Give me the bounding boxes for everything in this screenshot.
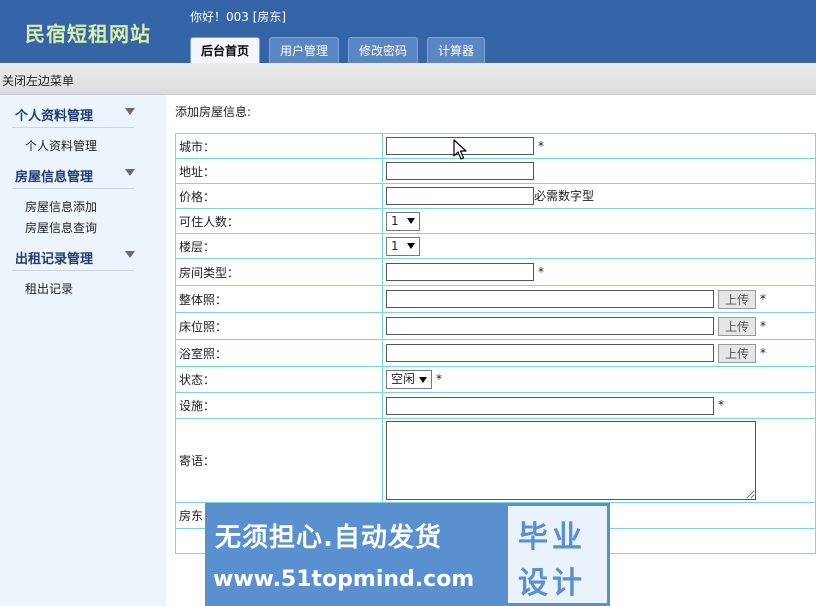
divider — [12, 127, 134, 128]
bath-photo-input[interactable] — [386, 344, 714, 362]
bed-photo-upload-button[interactable]: 上传 — [718, 316, 756, 336]
sidebar-item-house-add[interactable]: 房屋信息添加 — [25, 198, 97, 215]
divider — [12, 270, 134, 271]
menu-toolbar: 关闭左边菜单 — [0, 63, 816, 95]
watermark-badge-line1: 毕业 — [518, 520, 586, 555]
triangle-down-icon — [406, 243, 415, 249]
tab-home[interactable]: 后台首页 — [190, 37, 261, 63]
sidebar-group-label: 个人资料管理 — [15, 109, 94, 124]
facility-input[interactable] — [386, 396, 714, 415]
user-greeting: 你好！003 [房东] — [190, 10, 287, 24]
mouse-pointer-icon — [453, 139, 467, 160]
watermark-url: www.51topmind.com — [213, 567, 475, 592]
address-label: 地址： — [175, 158, 383, 184]
floor-value: 1 — [391, 238, 399, 253]
watermark-badge: 毕业 设计 — [505, 503, 610, 606]
capacity-label: 可住人数： — [175, 208, 383, 234]
bath-photo-label: 浴室照： — [175, 339, 383, 367]
capacity-select[interactable]: 1 — [386, 211, 420, 231]
floor-label: 楼层： — [175, 233, 383, 259]
price-hint: 必需数字型 — [534, 188, 595, 203]
triangle-down-icon — [125, 169, 135, 176]
house-info-form: 城市： * 地址： 价格： 必需数字型 可住人数： 1 楼层： 1 房间类型： … — [175, 133, 816, 554]
whole-photo-label: 整体照： — [175, 285, 383, 313]
city-label: 城市： — [175, 133, 383, 159]
sidebar: 个人资料管理 个人资料管理 房屋信息管理 房屋信息添加 房屋信息查询 出租记录管… — [0, 95, 166, 606]
required-mark: * — [760, 318, 766, 333]
price-input[interactable] — [386, 187, 534, 206]
tab-user-management[interactable]: 用户管理 — [269, 37, 340, 63]
triangle-down-icon — [419, 376, 428, 383]
triangle-down-icon — [125, 251, 135, 258]
watermark-badge-line2: 设计 — [518, 566, 586, 601]
sidebar-item-profile[interactable]: 个人资料管理 — [25, 137, 97, 154]
message-textarea[interactable] — [386, 421, 756, 500]
status-value: 空闲 — [391, 372, 416, 386]
required-mark: * — [718, 398, 724, 412]
room-type-input[interactable] — [386, 263, 534, 281]
bed-photo-input[interactable] — [386, 317, 714, 335]
sidebar-group-profile[interactable]: 个人资料管理 — [15, 105, 135, 124]
required-mark: * — [760, 291, 766, 306]
facility-label: 设施： — [175, 392, 383, 419]
required-mark: * — [760, 345, 766, 360]
close-left-menu-link[interactable]: 关闭左边菜单 — [2, 72, 74, 89]
capacity-value: 1 — [391, 213, 399, 228]
bath-photo-upload-button[interactable]: 上传 — [718, 343, 756, 363]
message-label: 寄语： — [175, 418, 383, 503]
sidebar-group-house[interactable]: 房屋信息管理 — [15, 166, 135, 185]
triangle-down-icon — [125, 108, 135, 115]
triangle-down-icon — [406, 218, 415, 224]
floor-select[interactable]: 1 — [386, 236, 420, 256]
whole-photo-upload-button[interactable]: 上传 — [718, 289, 756, 309]
divider — [12, 188, 134, 189]
sidebar-group-label: 出租记录管理 — [15, 252, 94, 267]
top-nav-tabs: 后台首页 用户管理 修改密码 计算器 — [190, 37, 486, 63]
header: 民宿短租网站 你好！003 [房东] 后台首页 用户管理 修改密码 计算器 — [0, 0, 816, 63]
site-title: 民宿短租网站 — [25, 22, 151, 46]
status-select[interactable]: 空闲 — [386, 370, 433, 389]
sidebar-item-rental-records[interactable]: 租出记录 — [25, 280, 73, 297]
required-mark: * — [538, 264, 544, 279]
price-label: 价格： — [175, 183, 383, 209]
required-mark: * — [436, 372, 443, 386]
room-type-label: 房间类型： — [175, 258, 383, 286]
bed-photo-label: 床位照： — [175, 312, 383, 340]
sidebar-group-label: 房屋信息管理 — [15, 170, 94, 185]
watermark-banner: 无须担心.自动发货 www.51topmind.com 毕业 设计 — [205, 503, 610, 606]
whole-photo-input[interactable] — [386, 290, 714, 308]
address-input[interactable] — [386, 162, 534, 180]
tab-calculator[interactable]: 计算器 — [427, 37, 486, 63]
required-mark: * — [538, 138, 544, 153]
sidebar-group-rental[interactable]: 出租记录管理 — [15, 248, 135, 267]
page-title: 添加房屋信息: — [175, 105, 252, 119]
watermark-text: 无须担心.自动发货 — [215, 523, 442, 553]
status-label: 状态： — [175, 366, 383, 393]
tab-change-password[interactable]: 修改密码 — [348, 37, 419, 63]
sidebar-item-house-query[interactable]: 房屋信息查询 — [25, 219, 97, 236]
